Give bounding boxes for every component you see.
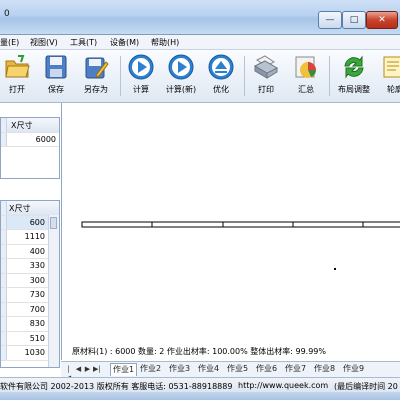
next-tab-arrow-icon[interactable]: ▶ xyxy=(84,365,91,374)
parts-grid-header: X尺寸 xyxy=(1,201,59,216)
row-header xyxy=(1,230,7,244)
nesting-canvas[interactable] xyxy=(61,103,400,360)
save-as-icon xyxy=(85,57,109,79)
first-tab-arrow-icon[interactable]: |◀ xyxy=(65,365,72,382)
row-header xyxy=(1,288,7,302)
row-header xyxy=(1,302,7,316)
save-icon xyxy=(45,55,67,79)
outline-icon xyxy=(383,56,400,78)
layout-adjust-button[interactable]: 布局调整 xyxy=(337,52,371,98)
tab-job-9[interactable]: 作业9 xyxy=(343,363,364,375)
menu-device[interactable]: 设备(M) xyxy=(110,37,139,48)
open-folder-icon xyxy=(5,55,30,78)
row-header xyxy=(1,118,7,132)
maximize-button[interactable]: □ xyxy=(342,11,366,29)
tab-job-5[interactable]: 作业5 xyxy=(227,363,248,375)
part-x-size[interactable]: 330 xyxy=(30,261,45,270)
last-tab-arrow-icon[interactable]: ▶| xyxy=(93,365,101,374)
menu-bar: 量(E) 视图(V) 工具(T) 设备(M) 帮助(H) xyxy=(0,35,400,50)
part-x-size[interactable]: 400 xyxy=(30,247,45,256)
part-x-size[interactable]: 1110 xyxy=(25,232,45,241)
tab-job-7[interactable]: 作业7 xyxy=(285,363,306,375)
outline-label: 轮廓 xyxy=(387,85,400,94)
tab-job-8[interactable]: 作业8 xyxy=(314,363,335,375)
save-button[interactable]: 保存 xyxy=(39,52,73,98)
summary-label: 汇总 xyxy=(298,85,314,94)
row-header xyxy=(1,346,7,360)
material-grid-header: X尺寸 xyxy=(1,118,59,133)
prev-tab-arrow-icon[interactable]: ◀ xyxy=(75,365,82,374)
toolbar-separator xyxy=(329,56,330,96)
nesting-drawing xyxy=(81,221,400,270)
close-button[interactable]: ✕ xyxy=(366,11,398,29)
optimize-label: 优化 xyxy=(213,85,229,94)
part-x-size[interactable]: 1030 xyxy=(25,348,45,357)
title-bar: 0 — □ ✕ xyxy=(0,0,400,35)
minimize-button[interactable]: — xyxy=(318,11,342,29)
part-x-size[interactable]: 600 xyxy=(30,218,45,227)
part-x-size[interactable]: 730 xyxy=(30,290,45,299)
summary-icon xyxy=(295,56,316,78)
play-icon xyxy=(168,54,194,80)
scrollbar-thumb[interactable] xyxy=(50,217,57,229)
tab-job-3[interactable]: 作业3 xyxy=(169,363,190,375)
material-row[interactable]: 6000 xyxy=(1,132,59,147)
save-as-button[interactable]: 另存为 xyxy=(79,52,113,98)
toolbar: 打开 保存 另存为 计算 计算(新) 优化 打印 汇总 布局调整 轮廓 xyxy=(0,50,400,103)
optimize-button[interactable]: 优化 xyxy=(204,52,238,98)
vertical-scrollbar[interactable] xyxy=(48,215,59,367)
open-button[interactable]: 打开 xyxy=(0,52,34,98)
tab-job-2[interactable]: 作业2 xyxy=(140,363,161,375)
compute-button[interactable]: 计算 xyxy=(124,52,158,98)
row-header xyxy=(1,215,7,229)
marker-dot xyxy=(334,268,336,270)
row-header xyxy=(1,331,7,345)
column-header-x-size: X尺寸 xyxy=(9,204,31,213)
row-header xyxy=(1,201,7,215)
menu-edit[interactable]: 量(E) xyxy=(0,37,19,48)
yield-info: 原材料(1) : 6000 数量: 2 作业出材率: 100.00% 整体出材率… xyxy=(72,347,327,356)
status-website[interactable]: http://www.queek.com xyxy=(238,381,328,390)
row-header xyxy=(1,317,7,331)
row-header xyxy=(1,132,7,146)
material-grid: X尺寸 6000 xyxy=(0,117,60,179)
menu-view[interactable]: 视图(V) xyxy=(30,37,58,48)
eject-icon xyxy=(208,54,234,80)
compute-new-button[interactable]: 计算(新) xyxy=(164,52,198,98)
tab-job-4[interactable]: 作业4 xyxy=(198,363,219,375)
menu-tools[interactable]: 工具(T) xyxy=(70,37,97,48)
play-icon xyxy=(128,54,154,80)
column-header-x-size: X尺寸 xyxy=(11,121,33,130)
printer-icon xyxy=(254,55,278,79)
refresh-icon xyxy=(344,55,364,79)
tab-job-6[interactable]: 作业6 xyxy=(256,363,277,375)
tab-job-1[interactable]: 作业1 xyxy=(110,363,138,376)
save-as-label: 另存为 xyxy=(84,85,108,94)
window-title: 0 xyxy=(4,9,10,19)
outline-button[interactable]: 轮廓 xyxy=(378,52,400,98)
print-button[interactable]: 打印 xyxy=(249,52,283,98)
parts-grid: X尺寸 600 1110 400 330 300 730 700 830 510 1030 xyxy=(0,200,60,368)
status-bar: 软件有限公司 2002-2013 版权所有 客服电话: 0531-8891888… xyxy=(0,377,400,393)
part-x-size[interactable]: 510 xyxy=(30,334,45,343)
part-x-size[interactable]: 700 xyxy=(30,305,45,314)
layout-adjust-label: 布局调整 xyxy=(338,85,370,94)
row-header xyxy=(1,244,7,258)
job-tab-strip: |◀ ◀ ▶ ▶| 作业1 作业2 作业3 作业4 作业5 作业6 作业7 作业… xyxy=(61,361,400,382)
menu-help[interactable]: 帮助(H) xyxy=(151,37,179,48)
row-header xyxy=(1,259,7,273)
summary-button[interactable]: 汇总 xyxy=(289,52,323,98)
part-x-size[interactable]: 830 xyxy=(30,319,45,328)
status-compile-time: (最后编译时间 20 xyxy=(334,382,398,391)
material-x-size[interactable]: 6000 xyxy=(36,135,56,144)
window-bottom-border xyxy=(0,392,400,400)
part-x-size[interactable]: 300 xyxy=(30,276,45,285)
row-header xyxy=(1,273,7,287)
raw-material-bar xyxy=(81,221,400,228)
status-copyright: 软件有限公司 2002-2013 版权所有 客服电话: 0531-8891888… xyxy=(0,382,233,391)
